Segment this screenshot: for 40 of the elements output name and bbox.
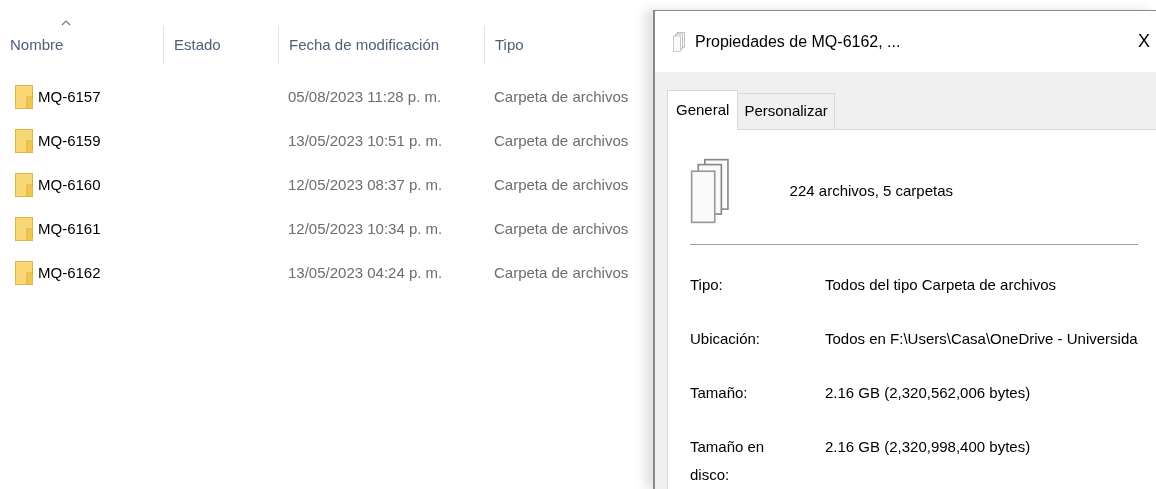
item-type: Carpeta de archivos [494,87,629,105]
folder-name[interactable]: MQ-6157 [38,85,101,109]
folder-icon [15,85,33,109]
column-header[interactable]: Fecha de modificación [289,19,448,57]
item-type: Carpeta de archivos [494,219,629,237]
folder-name[interactable]: MQ-6162 [38,261,101,285]
modified-date: 05/08/2023 11:28 p. m. [288,87,442,105]
modified-date: 12/05/2023 08:37 p. m. [288,175,443,193]
folder-icon [15,173,33,197]
modified-date: 12/05/2023 10:34 p. m. [288,219,443,237]
item-type: Carpeta de archivos [494,131,629,149]
close-button[interactable]: X [1136,28,1152,55]
property-label: Tamaño en disco: [690,437,766,485]
folder-name[interactable]: MQ-6161 [38,217,101,241]
property-value: Todos del tipo Carpeta de archivos [825,275,1056,295]
tab[interactable]: Personalizar [738,93,835,129]
column-header[interactable]: Estado [174,19,229,57]
modified-date: 13/05/2023 10:51 p. m. [288,131,443,149]
property-value: 2.16 GB (2,320,998,400 bytes) [825,437,1031,457]
folder-name[interactable]: MQ-6160 [38,173,101,197]
dialog-title: Propiedades de MQ-6162, ... [695,31,901,52]
property-label: Tamaño: [690,383,749,403]
property-label: Ubicación: [690,329,762,349]
folder-name[interactable]: MQ-6159 [38,129,101,153]
item-type: Carpeta de archivos [494,175,629,193]
item-type: Carpeta de archivos [494,263,629,281]
files-icon [673,31,685,52]
column-header[interactable]: Nombre [10,19,72,57]
file-count: 224 archivos, 5 carpetas [789,180,954,201]
modified-date: 13/05/2023 04:24 p. m. [288,263,443,281]
property-label: Tipo: [690,275,724,295]
files-icon [690,158,730,224]
folder-icon [15,217,33,241]
folder-icon [15,129,33,153]
column-header[interactable]: Tipo [495,19,532,57]
property-value: 2.16 GB (2,320,562,006 bytes) [825,383,1031,403]
property-value: Todos en F:\Users\Casa\OneDrive - Universida [825,329,1138,349]
sort-caret-icon [61,19,72,26]
folder-icon [15,261,33,285]
tab[interactable]: General [667,90,739,130]
